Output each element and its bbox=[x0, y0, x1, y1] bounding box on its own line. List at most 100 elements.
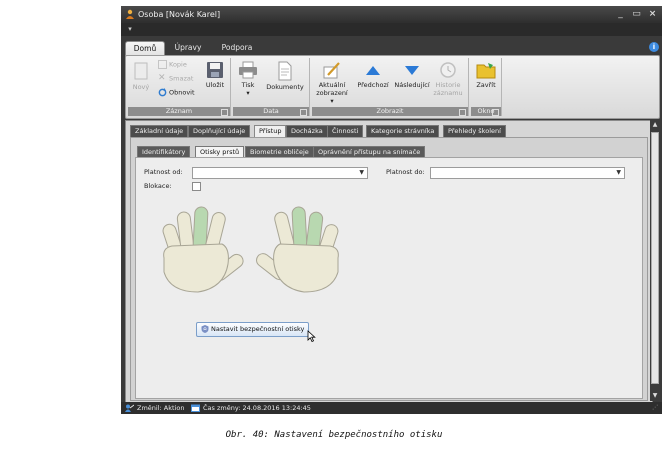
smazat-button[interactable]: ✕ Smazat bbox=[158, 74, 193, 83]
right-hand bbox=[256, 206, 339, 293]
kopie-label: Kopie bbox=[169, 60, 187, 69]
pristup-panel: Identifikátory Otisky prstů Biometrie ob… bbox=[130, 137, 648, 401]
zobrazit-label: Zobrazit bbox=[376, 107, 404, 115]
blokace-checkbox[interactable] bbox=[192, 182, 201, 191]
group-data: Tisk ▾ Dokumenty Data bbox=[233, 58, 310, 116]
historie-label-2: záznamu bbox=[433, 89, 463, 97]
figure-caption: Obr. 40: Nastavení bezpečnostního otisku bbox=[225, 430, 443, 440]
group-zobrazit: Aktuální zobrazení ▾ Předchozí Následujíc… bbox=[312, 58, 469, 116]
tisk-dropdown-icon[interactable]: ▾ bbox=[246, 89, 249, 97]
status-bar: Změnil: Aktion Čas změny: 24.08.2016 13:… bbox=[121, 402, 662, 414]
tab-podpora[interactable]: Podpora bbox=[217, 41, 257, 55]
platnost-od-label: Platnost od: bbox=[144, 168, 183, 176]
dokumenty-button[interactable]: Dokumenty bbox=[265, 61, 305, 91]
kopie-button[interactable]: Kopie bbox=[158, 60, 187, 69]
aktualni-zobrazeni-button[interactable]: Aktuální zobrazení ▾ bbox=[314, 61, 350, 105]
resize-grip-icon[interactable]: ⋰ bbox=[652, 402, 658, 414]
group-launcher-icon[interactable] bbox=[459, 109, 466, 116]
group-launcher-icon[interactable] bbox=[300, 109, 307, 116]
mouse-pointer-icon bbox=[307, 330, 316, 342]
group-launcher-icon[interactable] bbox=[492, 109, 499, 116]
scroll-up-icon[interactable]: ▲ bbox=[650, 120, 660, 130]
group-label-zaznam: Záznam bbox=[128, 107, 230, 116]
user-changed-icon bbox=[125, 404, 134, 412]
edit-view-icon bbox=[323, 62, 340, 79]
title-bar: Osoba [Novák Karel] _ ▭ × bbox=[121, 6, 662, 23]
ribbon: Nový Kopie ✕ Smazat Obnovit Uložit Záznam… bbox=[125, 55, 660, 119]
data-label: Data bbox=[263, 107, 279, 115]
scrollbar-thumb[interactable] bbox=[651, 132, 659, 384]
app-window: Osoba [Novák Karel] _ ▭ × ▾ Domů Úpravy … bbox=[121, 6, 662, 414]
smazat-label: Smazat bbox=[169, 74, 194, 83]
status-zmenil: Změnil: Aktion bbox=[137, 404, 185, 412]
zavrit-button[interactable]: Zavřít bbox=[473, 61, 499, 89]
right-palm bbox=[273, 243, 339, 293]
tisk-label: Tisk bbox=[241, 81, 255, 89]
platnost-do-combo[interactable]: ▼ bbox=[430, 167, 625, 179]
group-launcher-icon[interactable] bbox=[221, 109, 228, 116]
tab-domu[interactable]: Domů bbox=[125, 41, 165, 56]
blokace-label: Blokace: bbox=[144, 182, 172, 190]
zavrit-label: Zavřít bbox=[476, 81, 496, 89]
ulozit-button[interactable]: Uložit bbox=[204, 61, 226, 89]
history-clock-icon bbox=[440, 62, 456, 78]
person-app-icon bbox=[126, 9, 134, 19]
calendar-icon bbox=[191, 404, 200, 412]
vertical-scrollbar[interactable]: ▲ ▼ bbox=[650, 120, 660, 401]
group-zaznam: Nový Kopie ✕ Smazat Obnovit Uložit Záznam bbox=[128, 58, 231, 116]
delete-x-icon: ✕ bbox=[158, 73, 166, 83]
printer-icon bbox=[239, 61, 257, 79]
nasledujici-button[interactable]: Následující bbox=[392, 61, 432, 89]
predchozi-label: Předchozí bbox=[357, 81, 389, 89]
fingerprint-hands-diagram bbox=[162, 206, 339, 293]
arrow-down-icon bbox=[405, 66, 419, 75]
otisky-prstu-panel: Platnost od: ▼ Platnost do: ▼ Blokace: N… bbox=[135, 157, 643, 399]
save-disk-icon bbox=[207, 62, 223, 78]
historie-zaznamu-button[interactable]: Historie záznamu bbox=[432, 61, 464, 97]
obnovit-button[interactable]: Obnovit bbox=[158, 88, 195, 97]
maximize-button[interactable]: ▭ bbox=[630, 7, 643, 21]
zaznam-label: Záznam bbox=[165, 107, 193, 115]
chevron-down-icon[interactable]: ▼ bbox=[616, 169, 621, 176]
ribbon-tabstrip: Domů Úpravy Podpora i bbox=[121, 36, 662, 56]
fingerprint-shield-icon bbox=[201, 325, 209, 333]
tisk-button[interactable]: Tisk ▾ bbox=[237, 61, 259, 97]
dokumenty-label: Dokumenty bbox=[266, 83, 304, 91]
left-hand bbox=[162, 206, 244, 293]
minimize-button[interactable]: _ bbox=[614, 7, 627, 21]
scroll-down-icon[interactable]: ▼ bbox=[650, 391, 660, 401]
chevron-down-icon[interactable]: ▼ bbox=[359, 169, 364, 176]
quick-access-dropdown-icon[interactable]: ▾ bbox=[123, 24, 137, 35]
group-label-data: Data bbox=[233, 107, 309, 116]
status-cas-zmeny: Čas změny: 24.08.2016 13:24:45 bbox=[203, 404, 311, 412]
content-area: Základní údaje Doplňující údaje Přístup … bbox=[125, 120, 653, 403]
ulozit-label: Uložit bbox=[205, 81, 225, 89]
nasledujici-label: Následující bbox=[394, 81, 430, 89]
novy-button[interactable]: Nový bbox=[130, 61, 152, 91]
close-button[interactable]: × bbox=[646, 7, 659, 21]
group-label-okno: Okno bbox=[471, 107, 501, 116]
historie-label-1: Historie bbox=[435, 81, 461, 89]
left-palm bbox=[163, 243, 229, 293]
platnost-do-label: Platnost do: bbox=[386, 168, 425, 176]
window-title: Osoba [Novák Karel] bbox=[138, 10, 221, 19]
tab-upravy[interactable]: Úpravy bbox=[171, 41, 205, 55]
quick-access-toolbar: ▾ bbox=[121, 23, 662, 36]
help-icon[interactable]: i bbox=[649, 42, 659, 52]
nastavit-button-label: Nastavit bezpečnostní otisky bbox=[211, 325, 305, 333]
aktualni-label-1: Aktuální bbox=[318, 81, 346, 89]
nastavit-bezpecnostni-otisky-button[interactable]: Nastavit bezpečnostní otisky bbox=[196, 322, 310, 337]
group-okno: Zavřít Okno bbox=[471, 58, 502, 116]
folder-close-icon bbox=[476, 63, 496, 79]
refresh-icon bbox=[158, 88, 167, 97]
obnovit-label: Obnovit bbox=[169, 88, 195, 97]
documents-icon bbox=[278, 61, 292, 81]
predchozi-button[interactable]: Předchozí bbox=[354, 61, 392, 89]
copy-icon bbox=[158, 60, 167, 69]
aktualni-label-2: zobrazení ▾ bbox=[316, 89, 348, 105]
platnost-od-combo[interactable]: ▼ bbox=[192, 167, 368, 179]
group-label-zobrazit: Zobrazit bbox=[312, 107, 468, 116]
arrow-up-icon bbox=[366, 66, 380, 75]
new-document-icon bbox=[134, 62, 148, 80]
novy-label: Nový bbox=[132, 83, 150, 91]
